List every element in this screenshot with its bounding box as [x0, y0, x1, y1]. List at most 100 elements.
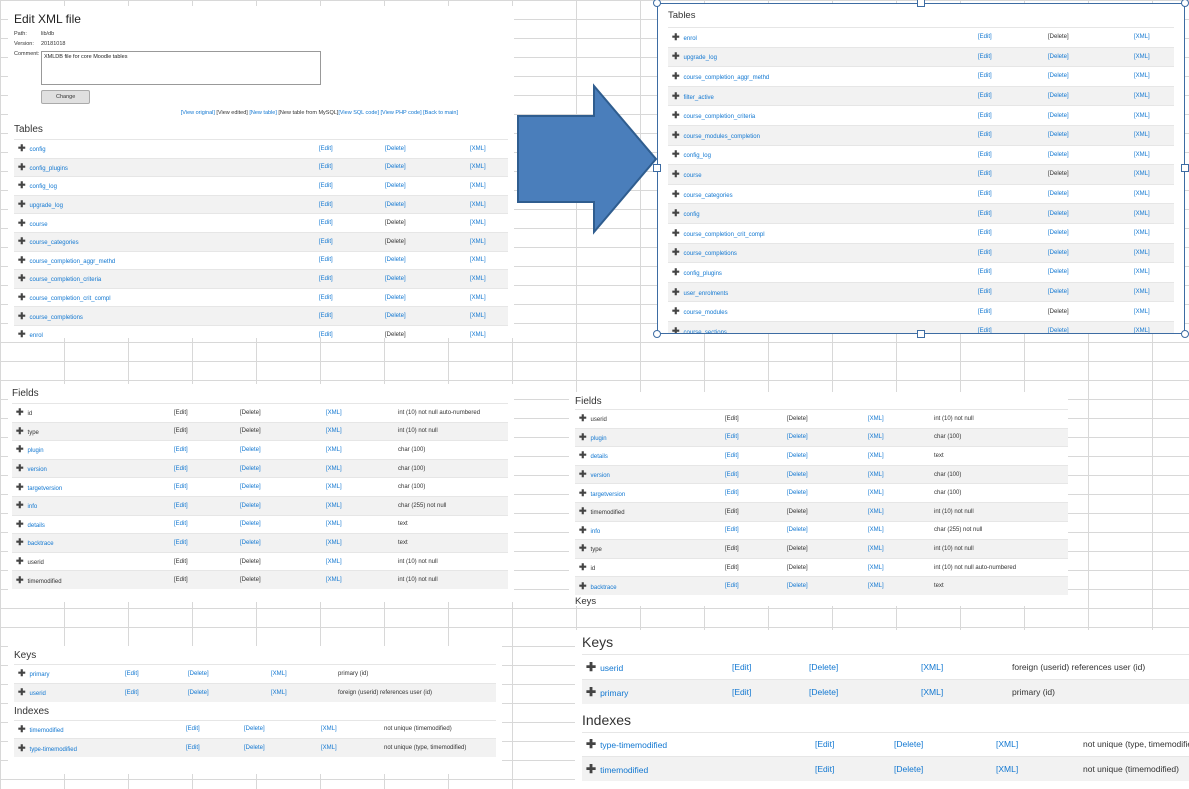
table-name-link[interactable]: ✚ course_completion_criteria: [668, 105, 974, 126]
delete-link[interactable]: [Delete]: [783, 483, 864, 503]
delete-link[interactable]: [Delete]: [1044, 242, 1130, 263]
xml-link[interactable]: [XML]: [466, 139, 508, 159]
xml-link[interactable]: [XML]: [1130, 203, 1174, 224]
delete-link[interactable]: [Delete]: [1044, 203, 1130, 224]
drag-handle-icon[interactable]: ✚: [18, 311, 26, 322]
edit-link[interactable]: [Edit]: [974, 203, 1044, 224]
edit-link[interactable]: [Edit]: [728, 678, 805, 704]
table-name-link[interactable]: ✚ course_completion_criteria: [14, 269, 315, 289]
drag-handle-icon[interactable]: ✚: [672, 287, 680, 298]
delete-link[interactable]: [Delete]: [1044, 66, 1130, 87]
table-name-link[interactable]: ✚ enrol: [14, 324, 315, 338]
delete-link[interactable]: [Delete]: [240, 738, 317, 758]
edit-link[interactable]: [Edit]: [728, 654, 805, 680]
delete-link[interactable]: [Delete]: [1044, 320, 1130, 333]
delete-link[interactable]: [Delete]: [184, 682, 267, 702]
resize-handle-bottom-left[interactable]: [653, 330, 661, 338]
xml-link[interactable]: [XML]: [1130, 301, 1174, 322]
delete-link[interactable]: [Delete]: [783, 464, 864, 484]
edit-link[interactable]: [Edit]: [974, 105, 1044, 126]
xml-link[interactable]: [XML]: [1130, 124, 1174, 146]
xml-link[interactable]: [XML]: [1130, 222, 1174, 244]
resize-handle-bottom-right[interactable]: [1181, 330, 1189, 338]
xml-link[interactable]: [XML]: [1130, 242, 1174, 263]
field-name[interactable]: ✚ plugin: [12, 440, 170, 460]
drag-handle-icon[interactable]: ✚: [18, 162, 26, 173]
edit-link[interactable]: [Edit]: [315, 194, 381, 214]
xml-link[interactable]: [XML]: [466, 306, 508, 326]
xml-link[interactable]: [XML]: [1130, 164, 1174, 185]
drag-handle-icon[interactable]: ✚: [672, 51, 680, 62]
edit-link[interactable]: [Edit]: [974, 144, 1044, 165]
drag-handle-icon[interactable]: ✚: [16, 537, 24, 548]
drag-handle-icon[interactable]: ✚: [579, 488, 587, 499]
edit-link[interactable]: [Edit]: [974, 85, 1044, 106]
drag-handle-icon[interactable]: ✚: [672, 71, 680, 82]
edit-link[interactable]: [Edit]: [170, 458, 236, 478]
view-original-link[interactable]: [View original]: [181, 110, 215, 116]
drag-handle-icon[interactable]: ✚: [16, 500, 24, 511]
drag-handle-icon[interactable]: ✚: [18, 218, 26, 229]
drag-handle-icon[interactable]: ✚: [18, 180, 26, 191]
edit-link[interactable]: [Edit]: [315, 287, 381, 307]
edit-link[interactable]: [Edit]: [315, 139, 381, 159]
xml-link[interactable]: [XML]: [322, 458, 394, 478]
item-name-link[interactable]: ✚ primary: [14, 664, 121, 684]
table-name-link[interactable]: ✚ course_modules: [668, 301, 974, 322]
drag-handle-icon[interactable]: ✚: [16, 556, 24, 567]
xml-link[interactable]: [XML]: [864, 557, 930, 577]
table-name-link[interactable]: ✚ config: [14, 139, 315, 159]
field-name[interactable]: ✚ backtrace: [12, 533, 170, 553]
xml-link[interactable]: [XML]: [322, 495, 394, 516]
drag-handle-icon[interactable]: ✚: [18, 724, 26, 735]
xml-link[interactable]: [XML]: [322, 514, 394, 534]
table-name-link[interactable]: ✚ filter_active: [668, 85, 974, 106]
delete-link[interactable]: [Delete]: [381, 250, 466, 270]
edit-link[interactable]: [Edit]: [170, 533, 236, 553]
drag-handle-icon[interactable]: ✚: [586, 685, 596, 699]
edit-link[interactable]: [Edit]: [974, 242, 1044, 263]
table-name-link[interactable]: ✚ course: [14, 213, 315, 233]
delete-link[interactable]: [Delete]: [381, 139, 466, 159]
delete-link[interactable]: [Delete]: [890, 731, 992, 757]
xml-link[interactable]: [XML]: [864, 483, 930, 503]
drag-handle-icon[interactable]: ✚: [16, 575, 24, 586]
edit-link[interactable]: [Edit]: [974, 164, 1044, 185]
table-name-link[interactable]: ✚ config: [668, 203, 974, 224]
xml-link[interactable]: [XML]: [864, 427, 930, 447]
field-name[interactable]: ✚ backtrace: [575, 576, 721, 596]
xml-link[interactable]: [XML]: [466, 250, 508, 270]
delete-link[interactable]: [Delete]: [1044, 85, 1130, 106]
edit-link[interactable]: [Edit]: [974, 222, 1044, 244]
edit-link[interactable]: [Edit]: [315, 157, 381, 177]
drag-handle-icon[interactable]: ✚: [672, 247, 680, 258]
drag-handle-icon[interactable]: ✚: [18, 143, 26, 154]
delete-link[interactable]: [Delete]: [1044, 262, 1130, 283]
field-name[interactable]: ✚ targetversion: [12, 477, 170, 497]
drag-handle-icon[interactable]: ✚: [672, 130, 680, 141]
delete-link[interactable]: [Delete]: [236, 514, 322, 534]
drag-handle-icon[interactable]: ✚: [672, 110, 680, 121]
table-name-link[interactable]: ✚ config_log: [668, 144, 974, 165]
edit-link[interactable]: [Edit]: [974, 66, 1044, 87]
drag-handle-icon[interactable]: ✚: [16, 463, 24, 474]
xml-link[interactable]: [XML]: [322, 440, 394, 460]
xml-link[interactable]: [XML]: [466, 176, 508, 196]
delete-link[interactable]: [Delete]: [184, 664, 267, 684]
edit-link[interactable]: [Edit]: [721, 576, 783, 596]
delete-link[interactable]: [Delete]: [1044, 183, 1130, 204]
xml-link[interactable]: [XML]: [267, 682, 334, 702]
resize-handle-bottom[interactable]: [917, 330, 925, 338]
edit-link[interactable]: [Edit]: [721, 446, 783, 466]
change-button[interactable]: Change: [41, 90, 91, 104]
table-name-link[interactable]: ✚ course_modules_completion: [668, 124, 974, 146]
xml-link[interactable]: [XML]: [1130, 281, 1174, 302]
drag-handle-icon[interactable]: ✚: [586, 762, 596, 776]
table-name-link[interactable]: ✚ config_plugins: [14, 157, 315, 177]
drag-handle-icon[interactable]: ✚: [16, 426, 24, 437]
table-name-link[interactable]: ✚ config_plugins: [668, 262, 974, 283]
delete-link[interactable]: [Delete]: [381, 269, 466, 289]
drag-handle-icon[interactable]: ✚: [18, 743, 26, 754]
drag-handle-icon[interactable]: ✚: [579, 525, 587, 536]
xml-link[interactable]: [XML]: [1130, 85, 1174, 106]
